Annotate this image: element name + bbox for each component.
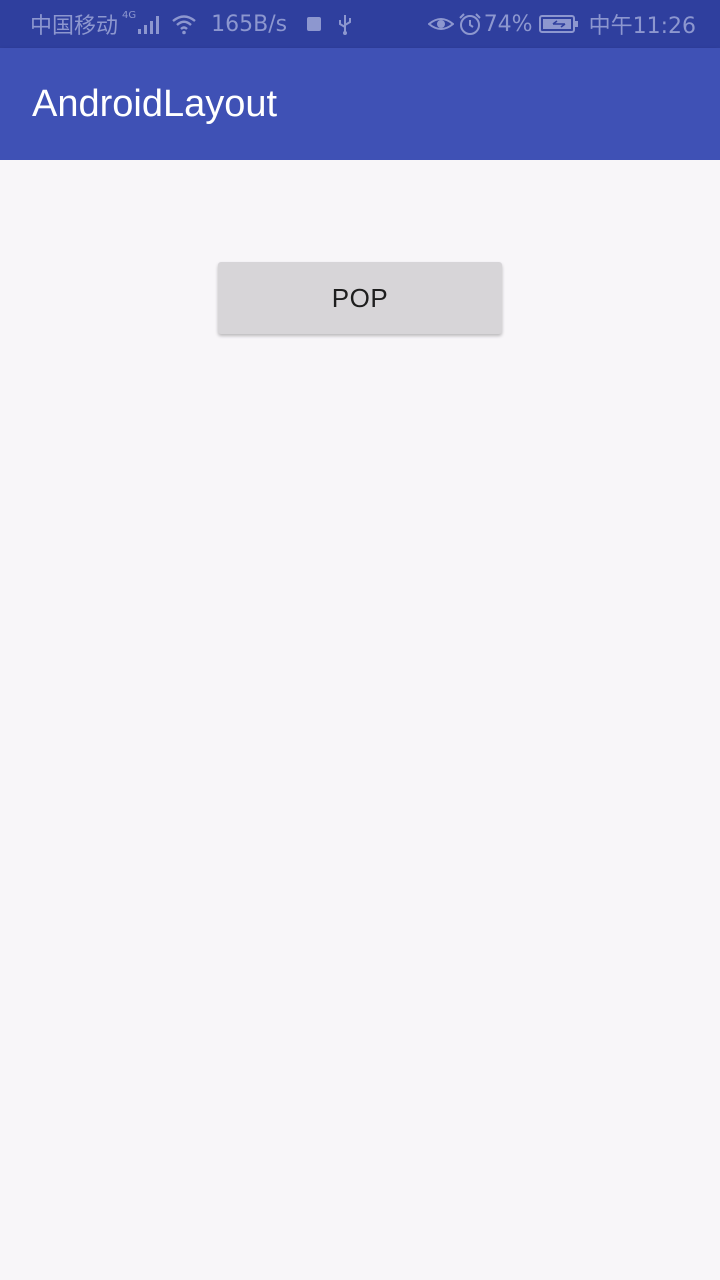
net-speed: 165B/s bbox=[211, 11, 288, 37]
app-bar: AndroidLayout bbox=[0, 48, 720, 160]
app-title: AndroidLayout bbox=[32, 83, 278, 125]
usb-icon bbox=[339, 15, 352, 35]
main-content: POP bbox=[0, 160, 720, 1280]
carrier-name: 中国移动 bbox=[30, 14, 119, 39]
status-bar-left: 中国移动 4G 165B/s bbox=[30, 0, 353, 48]
battery-icon bbox=[538, 15, 578, 33]
network-type: 4G bbox=[122, 10, 137, 21]
pop-button[interactable]: POP bbox=[218, 262, 502, 334]
alarm-icon bbox=[458, 13, 481, 35]
status-bar: 中国移动 4G 165B/s 74% 中午11:26 bbox=[0, 0, 720, 48]
eye-icon bbox=[427, 18, 454, 30]
clock-time: 中午11:26 bbox=[588, 14, 696, 39]
status-bar-right: 74% 中午11:26 bbox=[427, 0, 696, 48]
wifi-icon bbox=[172, 15, 196, 35]
signal-icon bbox=[138, 16, 160, 34]
battery-percent: 74% bbox=[483, 11, 533, 37]
square-icon bbox=[307, 17, 322, 31]
